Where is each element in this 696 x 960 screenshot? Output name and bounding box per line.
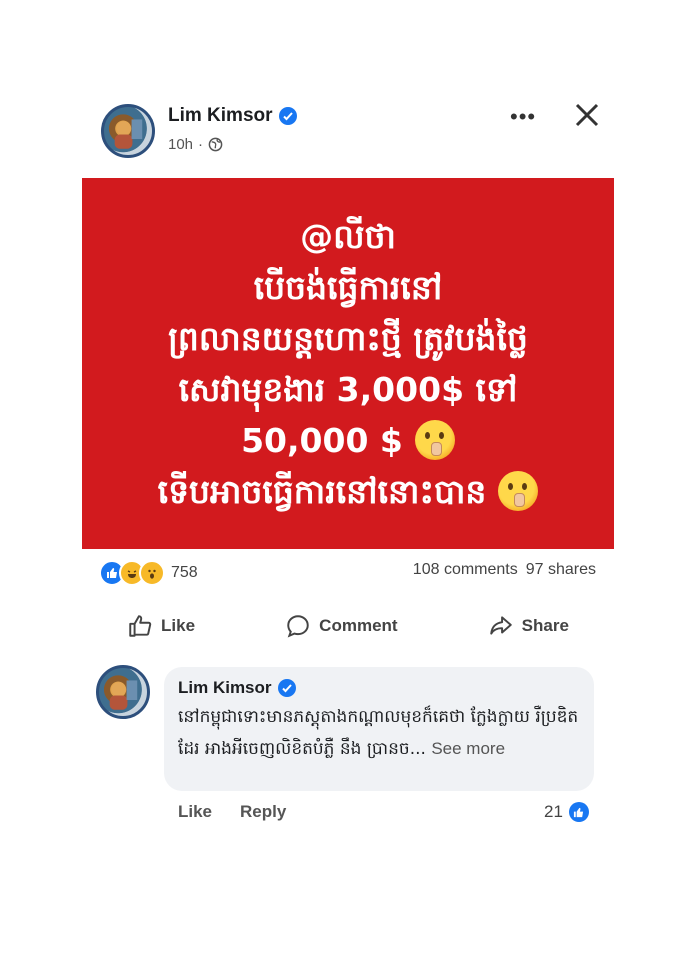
comment-actions: Like Reply	[178, 802, 286, 822]
reactions-summary[interactable]: 758	[99, 560, 198, 586]
comment-button[interactable]: Comment	[285, 613, 398, 639]
share-button[interactable]: Share	[488, 613, 569, 639]
post-meta: 10h ·	[168, 136, 223, 153]
author-avatar[interactable]	[101, 104, 155, 158]
post-stats: 108 comments 97 shares	[413, 561, 596, 579]
close-icon[interactable]	[572, 100, 602, 130]
commenter-avatar[interactable]	[96, 665, 150, 719]
post-image-banner[interactable]: @លីថា បើចង់ធ្វើការនៅ ព្រលានយន្តហោះថ្មី ត…	[82, 178, 614, 549]
more-options-icon[interactable]: •••	[510, 104, 536, 130]
banner-line-2: បើចង់ធ្វើការនៅ	[253, 267, 443, 307]
comment-text: នៅកម្ពុជាទោះមានភស្តុតាងកណ្ដាលមុខក៏គេថា ក…	[178, 707, 579, 759]
comments-count[interactable]: 108 comments	[413, 561, 518, 579]
banner-line-5: 50,000 $	[241, 415, 455, 466]
post-actions-bar: Like Comment Share	[82, 608, 614, 644]
thumbs-up-icon	[129, 615, 152, 637]
banner-line-6: ទើបអាចធ្វើការនៅនោះបាន	[158, 466, 539, 517]
post-card: Lim Kimsor 10h · ••• @លីថា បើចង់ធ្វើការន…	[82, 86, 614, 831]
reaction-count: 758	[171, 564, 198, 581]
like-reaction-icon	[568, 802, 589, 822]
verified-badge-icon	[277, 679, 296, 697]
comment-author[interactable]: Lim Kimsor	[178, 678, 580, 698]
comment-like-count[interactable]: 21	[544, 802, 589, 822]
share-arrow-icon	[489, 616, 512, 635]
comment-bubble-icon	[287, 615, 309, 638]
shushing-face-icon	[414, 420, 455, 460]
shares-count[interactable]: 97 shares	[526, 561, 596, 579]
post-author-name[interactable]: Lim Kimsor	[168, 105, 273, 127]
banner-line-3: ព្រលានយន្តហោះថ្មី ត្រូវបង់ថ្លៃ	[168, 318, 528, 358]
comment-reply-button[interactable]: Reply	[240, 802, 286, 822]
see-more-link[interactable]: See more	[431, 739, 505, 758]
comment-like-button[interactable]: Like	[178, 802, 212, 822]
shushing-face-icon	[498, 471, 539, 511]
verified-badge-icon	[278, 107, 297, 125]
like-button[interactable]: Like	[127, 613, 195, 639]
comment-bubble: Lim Kimsor នៅកម្ពុជាទោះមានភស្តុតាងកណ្ដាល…	[164, 667, 594, 791]
wow-reaction-icon	[139, 560, 165, 586]
post-time[interactable]: 10h	[168, 136, 193, 153]
globe-icon	[208, 137, 223, 152]
banner-line-1: @លីថា	[300, 216, 396, 256]
banner-line-4: សេវាមុខងារ 3,000$ ទៅ	[178, 369, 518, 409]
post-author[interactable]: Lim Kimsor	[168, 105, 297, 127]
comment-author-name[interactable]: Lim Kimsor	[178, 678, 272, 698]
